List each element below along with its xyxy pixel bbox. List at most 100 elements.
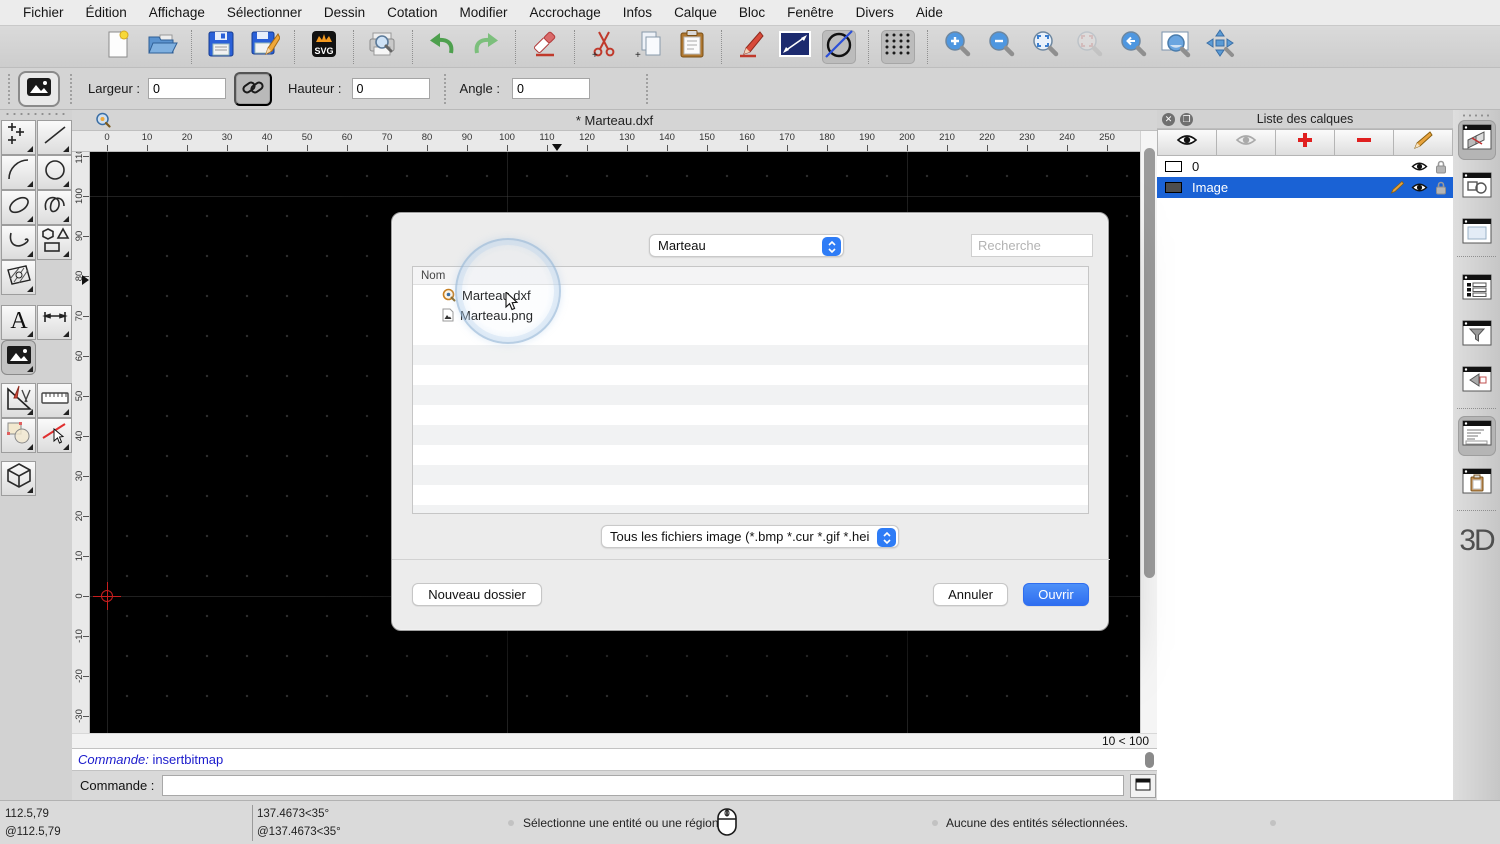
dock-properties-toggle[interactable] xyxy=(1458,120,1496,160)
line-tool-button[interactable] xyxy=(37,120,72,155)
layer-color-swatch[interactable] xyxy=(1165,182,1182,193)
link-dimensions-button[interactable] xyxy=(234,72,272,106)
layer-edit-icon[interactable] xyxy=(1387,181,1407,194)
width-input[interactable] xyxy=(148,78,226,99)
layer-visibility-icon[interactable] xyxy=(1409,161,1429,172)
dimension-tool-button[interactable] xyxy=(37,305,72,340)
command-input[interactable] xyxy=(162,775,1124,796)
svg-export-button[interactable]: SVG xyxy=(307,30,341,64)
menu-bloc[interactable]: Bloc xyxy=(728,0,776,26)
show-all-layers-button[interactable] xyxy=(1157,129,1217,156)
zoom-auto-button[interactable] xyxy=(1028,30,1062,64)
undo-button[interactable] xyxy=(425,30,459,64)
dock-drag-handle[interactable] xyxy=(1461,114,1493,117)
arc-tool-button[interactable] xyxy=(1,155,36,190)
misc-draw-tool-button[interactable] xyxy=(1,383,36,418)
layer-color-swatch[interactable] xyxy=(1165,161,1182,172)
menu-affichage[interactable]: Affichage xyxy=(138,0,216,26)
zoom-window-button[interactable] xyxy=(1160,30,1194,64)
menu-infos[interactable]: Infos xyxy=(612,0,663,26)
menu-dessin[interactable]: Dessin xyxy=(313,0,376,26)
select-tool-button[interactable] xyxy=(37,418,72,453)
dock-command-toggle[interactable] xyxy=(1458,416,1496,456)
dock-render-toggle[interactable] xyxy=(1458,362,1496,402)
menu-selectionner[interactable]: Sélectionner xyxy=(216,0,313,26)
new-folder-button[interactable]: Nouveau dossier xyxy=(412,583,542,606)
vertical-scrollbar[interactable] xyxy=(1140,131,1157,733)
points-tool-button[interactable] xyxy=(1,120,36,155)
layer-lock-icon[interactable] xyxy=(1431,181,1451,195)
dock-blocks-toggle[interactable] xyxy=(1458,168,1496,208)
document-title-bar[interactable]: * Marteau.dxf xyxy=(72,110,1157,131)
grid-button[interactable] xyxy=(881,30,915,64)
add-layer-button[interactable] xyxy=(1276,129,1335,156)
zoom-previous-button[interactable] xyxy=(1116,30,1150,64)
menu-divers[interactable]: Divers xyxy=(845,0,905,26)
print-preview-button[interactable] xyxy=(366,30,400,64)
dock-clipboard-toggle[interactable] xyxy=(1458,464,1496,504)
zoom-pan-button[interactable] xyxy=(1204,30,1238,64)
dock-list-toggle[interactable] xyxy=(1458,270,1496,310)
menu-aide[interactable]: Aide xyxy=(905,0,954,26)
polyline-tool-button[interactable] xyxy=(1,225,36,260)
open-button[interactable]: Ouvrir xyxy=(1023,583,1089,606)
redo-button[interactable] xyxy=(469,30,503,64)
hatch-tool-button[interactable] xyxy=(1,260,36,295)
command-window-toggle-button[interactable] xyxy=(1130,774,1156,798)
command-history[interactable]: Commande: insertbitmap xyxy=(72,748,1157,770)
search-input[interactable] xyxy=(971,234,1093,257)
zoom-in-button[interactable] xyxy=(940,30,974,64)
dock-3d-toggle[interactable]: 3D xyxy=(1453,524,1500,558)
hide-all-layers-button[interactable] xyxy=(1217,129,1276,156)
insert-image-tool-button[interactable] xyxy=(18,71,60,107)
toolbar-drag-handle[interactable] xyxy=(8,74,10,104)
file-type-filter-dropdown[interactable]: Tous les fichiers image (*.bmp *.cur *.g… xyxy=(601,525,899,548)
location-dropdown[interactable]: Marteau xyxy=(649,234,844,257)
restrict-off-button[interactable] xyxy=(822,30,856,64)
menu-fichier[interactable]: Fichier xyxy=(12,0,75,26)
dock-library-toggle[interactable] xyxy=(1458,214,1496,254)
dock-filter-toggle[interactable] xyxy=(1458,316,1496,356)
circle-tool-button[interactable] xyxy=(37,155,72,190)
shape-tool-button[interactable] xyxy=(37,225,72,260)
cut-button[interactable]: + xyxy=(587,30,621,64)
cancel-button[interactable]: Annuler xyxy=(933,583,1008,606)
history-scrollbar-thumb[interactable] xyxy=(1145,752,1154,768)
palette-drag-handle[interactable] xyxy=(4,112,68,116)
vertical-scrollbar-thumb[interactable] xyxy=(1144,148,1155,578)
menu-edition[interactable]: Édition xyxy=(75,0,138,26)
paste-button[interactable] xyxy=(675,30,709,64)
edit-layer-button[interactable] xyxy=(1394,129,1453,156)
image-tool-button[interactable] xyxy=(1,340,36,375)
height-input[interactable] xyxy=(352,78,430,99)
modify-tool-button[interactable] xyxy=(1,418,36,453)
remove-layer-button[interactable] xyxy=(1335,129,1394,156)
distance-button[interactable] xyxy=(778,30,812,64)
solid-tool-button[interactable] xyxy=(1,461,36,496)
layer-visibility-icon[interactable] xyxy=(1409,182,1429,193)
angle-input[interactable] xyxy=(512,78,590,99)
copy-button[interactable]: + xyxy=(631,30,665,64)
menu-calque[interactable]: Calque xyxy=(663,0,728,26)
application-window: FichierÉditionAffichageSélectionnerDessi… xyxy=(0,0,1500,844)
layer-row-0[interactable]: 0 xyxy=(1157,156,1453,177)
ellipse-tool-button[interactable] xyxy=(1,190,36,225)
layer-row-image[interactable]: Image xyxy=(1157,177,1453,198)
zoom-out-button[interactable] xyxy=(984,30,1018,64)
menu-modifier[interactable]: Modifier xyxy=(448,0,518,26)
new-file-button[interactable] xyxy=(101,30,135,64)
spline-tool-button[interactable] xyxy=(37,190,72,225)
save-as-button[interactable] xyxy=(248,30,282,64)
measure-tool-button[interactable] xyxy=(37,383,72,418)
menu-accrochage[interactable]: Accrochage xyxy=(518,0,611,26)
draw-pencil-button[interactable] xyxy=(734,30,768,64)
zoom-selection-button[interactable] xyxy=(1072,30,1106,64)
text-tool-button[interactable]: A xyxy=(1,305,36,340)
menu-fenetre[interactable]: Fenêtre xyxy=(776,0,845,26)
open-file-button[interactable] xyxy=(145,30,179,64)
angle-label: Angle : xyxy=(460,81,500,96)
save-button[interactable] xyxy=(204,30,238,64)
menu-cotation[interactable]: Cotation xyxy=(376,0,448,26)
layer-lock-icon[interactable] xyxy=(1431,160,1451,174)
delete-button[interactable] xyxy=(528,30,562,64)
